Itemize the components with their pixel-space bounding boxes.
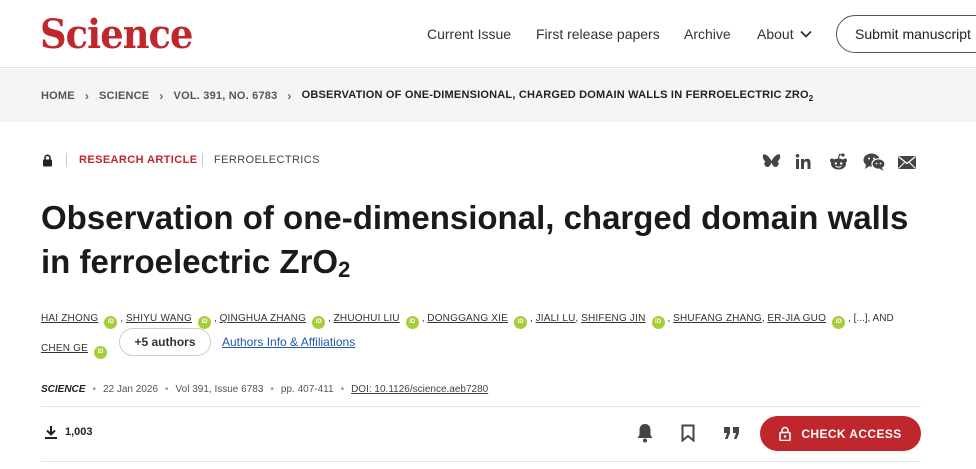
download-count[interactable]: 1,003 xyxy=(44,425,93,439)
orcid-icon[interactable]: iD xyxy=(832,316,846,329)
publication-info: SCIENCE • 22 Jan 2026 • Vol 391, Issue 6783 •… xyxy=(41,384,489,395)
and-text: , AND xyxy=(867,313,894,324)
more-authors-button[interactable]: +5 authors xyxy=(119,328,211,356)
lock-icon xyxy=(779,426,792,441)
affiliations-link[interactable]: Authors Info & Affiliations xyxy=(222,335,355,349)
email-icon[interactable] xyxy=(898,156,916,169)
author-link[interactable]: JIALI LU xyxy=(536,313,576,324)
article-type[interactable]: RESEARCH ARTICLE xyxy=(79,154,197,166)
divider xyxy=(41,406,921,407)
nav-current-issue[interactable]: Current Issue xyxy=(427,26,511,42)
download-icon xyxy=(45,426,57,439)
breadcrumb-bar: HOME › SCIENCE › VOL. 391, NO. 6783 › OB… xyxy=(0,69,976,122)
author-link[interactable]: ER-JIA GUO xyxy=(767,313,826,324)
pub-date: 22 Jan 2026 xyxy=(102,384,159,395)
doi-link[interactable]: DOI: 10.1126/science.aeb7280 xyxy=(351,384,488,395)
article-topic[interactable]: FERROELECTRICS xyxy=(214,154,320,166)
nav-about-label: About xyxy=(757,26,794,42)
orcid-icon[interactable]: iD xyxy=(405,316,419,329)
author-link[interactable]: ZHUOHUI LIU xyxy=(334,313,400,324)
orcid-icon[interactable]: iD xyxy=(198,316,211,329)
chevron-right-icon: › xyxy=(159,89,164,104)
author-link[interactable]: HAI ZHONG xyxy=(41,313,98,324)
linkedin-icon[interactable] xyxy=(795,153,811,170)
nav-archive[interactable]: Archive xyxy=(684,26,731,42)
title-line-1: Observation of one-dimensional, charged … xyxy=(41,199,909,236)
chevron-right-icon: › xyxy=(287,89,292,104)
divider xyxy=(41,461,921,462)
title-subscript: 2 xyxy=(338,257,351,282)
breadcrumb-home[interactable]: HOME xyxy=(41,90,75,102)
author-link[interactable]: SHIFENG JIN xyxy=(581,313,645,324)
download-count-value: 1,003 xyxy=(65,426,93,438)
orcid-icon[interactable]: iD xyxy=(514,316,528,329)
orcid-icon[interactable]: iD xyxy=(651,316,665,329)
breadcrumb-current: OBSERVATION OF ONE-DIMENSIONAL, CHARGED … xyxy=(301,89,814,104)
check-access-button[interactable]: CHECK ACCESS xyxy=(760,416,921,451)
breadcrumb: HOME › SCIENCE › VOL. 391, NO. 6783 › OB… xyxy=(41,89,813,103)
divider xyxy=(66,153,67,167)
orcid-icon[interactable]: iD xyxy=(312,316,326,329)
author-link[interactable]: CHEN GE xyxy=(41,343,88,354)
article-title: Observation of one-dimensional, charged … xyxy=(41,196,941,292)
author-link[interactable]: SHUFANG ZHANG xyxy=(673,313,762,324)
author-link[interactable]: SHIYU WANG xyxy=(126,313,192,324)
bell-icon[interactable] xyxy=(636,423,654,443)
quote-icon[interactable] xyxy=(724,427,740,439)
volume-issue[interactable]: Vol 391, Issue 6783 xyxy=(176,384,264,395)
breadcrumb-volume[interactable]: VOL. 391, NO. 6783 xyxy=(174,90,278,102)
submit-manuscript-button[interactable]: Submit manuscript xyxy=(836,15,976,53)
chevron-down-icon xyxy=(799,30,812,38)
bookmark-icon[interactable] xyxy=(681,424,695,442)
check-access-label: CHECK ACCESS xyxy=(801,426,902,441)
orcid-icon[interactable]: iD xyxy=(104,316,118,329)
orcid-icon[interactable]: iD xyxy=(93,346,107,359)
bluesky-icon[interactable] xyxy=(762,153,781,170)
breadcrumb-science[interactable]: SCIENCE xyxy=(99,90,149,102)
wechat-icon[interactable] xyxy=(863,153,886,171)
journal-name[interactable]: SCIENCE xyxy=(41,384,85,395)
author-link[interactable]: QINGHUA ZHANG xyxy=(220,313,307,324)
nav-first-release[interactable]: First release papers xyxy=(536,26,660,42)
title-line-2: in ferroelectric ZrO xyxy=(41,243,339,280)
divider xyxy=(202,153,203,167)
reddit-icon[interactable] xyxy=(829,153,848,171)
pages: pp. 407-411 xyxy=(280,384,334,395)
nav-about[interactable]: About xyxy=(757,26,812,42)
site-header: Science Current Issue First release pape… xyxy=(0,0,976,68)
author-link[interactable]: DONGGANG XIE xyxy=(427,313,508,324)
lock-icon xyxy=(43,154,52,167)
chevron-right-icon: › xyxy=(84,89,90,104)
science-logo[interactable]: Science xyxy=(40,11,193,58)
authors-ellipsis[interactable]: [...] xyxy=(854,313,868,324)
